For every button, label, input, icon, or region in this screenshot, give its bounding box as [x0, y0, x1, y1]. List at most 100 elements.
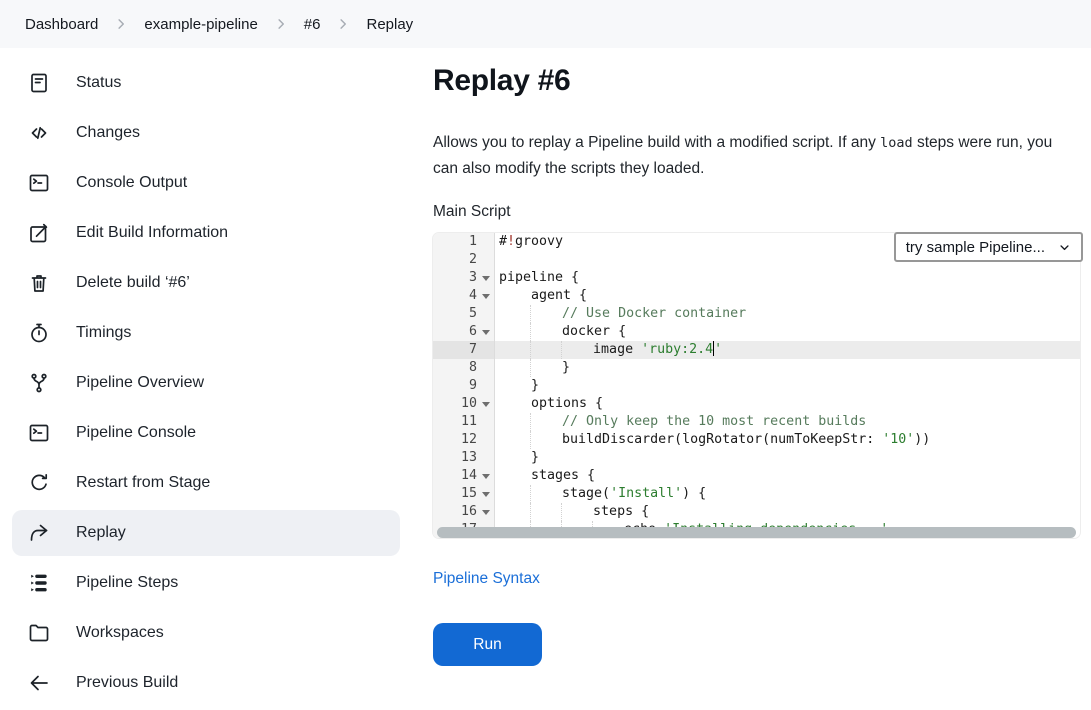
sidebar-item-timings[interactable]: Timings [12, 310, 400, 356]
code-line[interactable]: 16steps { [433, 503, 1080, 521]
indent-guide [530, 431, 562, 449]
code-text[interactable]: } [495, 359, 1080, 377]
trash-icon [27, 271, 51, 295]
code-line[interactable]: 15 stage('Install') { [433, 485, 1080, 503]
pipeline-syntax-link[interactable]: Pipeline Syntax [433, 569, 540, 589]
token-plain: options { [531, 396, 603, 411]
sidebar-item-edit-build-information[interactable]: Edit Build Information [12, 210, 400, 256]
token-plain: agent { [531, 288, 587, 303]
breadcrumb-item-dashboard[interactable]: Dashboard [25, 16, 98, 33]
code-text[interactable]: stages { [495, 467, 1080, 485]
sidebar-item-changes[interactable]: Changes [12, 110, 400, 156]
restart-icon [27, 471, 51, 495]
code-text[interactable]: options { [495, 395, 1080, 413]
indent [499, 287, 531, 305]
sidebar-item-label: Delete build ‘#6’ [76, 274, 190, 292]
code-text[interactable]: image 'ruby:2.4' [495, 341, 1080, 359]
gutter: 15 [433, 485, 495, 503]
gutter: 10 [433, 395, 495, 413]
folder-icon [27, 621, 51, 645]
sidebar-item-restart-from-stage[interactable]: Restart from Stage [12, 460, 400, 506]
gutter: 2 [433, 251, 495, 269]
breadcrumb-item-example-pipeline[interactable]: example-pipeline [144, 16, 257, 33]
sample-pipeline-select[interactable]: try sample Pipeline... [894, 232, 1083, 262]
code-text[interactable]: pipeline { [495, 269, 1080, 287]
fold-arrow-icon[interactable] [477, 395, 494, 413]
sidebar-item-label: Edit Build Information [76, 224, 228, 242]
sidebar-item-label: Pipeline Steps [76, 574, 178, 592]
line-number: 15 [433, 485, 477, 503]
replay-description: Allows you to replay a Pipeline build wi… [433, 130, 1080, 181]
sidebar-item-console-output[interactable]: Console Output [12, 160, 400, 206]
script-editor-container: 1#!groovy23pipeline {4agent {5// Use Doc… [433, 233, 1080, 538]
indent [499, 485, 531, 503]
line-number: 8 [433, 359, 477, 377]
gutter: 4 [433, 287, 495, 305]
token-plain: } [562, 360, 570, 375]
token-string: '10' [882, 432, 914, 447]
stopwatch-icon [27, 321, 51, 345]
code-text[interactable]: // Use Docker container [495, 305, 1080, 323]
line-number: 3 [433, 269, 477, 287]
code-text[interactable]: // Only keep the 10 most recent builds [495, 413, 1080, 431]
indent-guide [530, 359, 562, 377]
sidebar-item-pipeline-overview[interactable]: Pipeline Overview [12, 360, 400, 406]
code-text[interactable]: stage('Install') { [495, 485, 1080, 503]
code-text[interactable]: buildDiscarder(logRotator(numToKeepStr: … [495, 431, 1080, 449]
terminal-icon [27, 171, 51, 195]
code-line[interactable]: 10 options { [433, 395, 1080, 413]
indent [499, 413, 531, 431]
code-editor[interactable]: 1#!groovy23pipeline {4agent {5// Use Doc… [433, 233, 1080, 538]
fold-arrow-icon[interactable] [477, 503, 494, 521]
sidebar-item-workspaces[interactable]: Workspaces [12, 610, 400, 656]
breadcrumb-item-6[interactable]: #6 [304, 16, 321, 33]
fold-arrow-icon[interactable] [477, 269, 494, 287]
sidebar-item-status[interactable]: Status [12, 60, 400, 106]
fold-arrow-icon[interactable] [477, 323, 494, 341]
code-text[interactable]: agent { [495, 287, 1080, 305]
code-line[interactable]: 3 pipeline { [433, 269, 1080, 287]
code-text[interactable]: } [495, 377, 1080, 395]
breadcrumb: Dashboardexample-pipeline#6Replay [0, 0, 1091, 48]
gutter: 13 [433, 449, 495, 467]
gutter: 11 [433, 413, 495, 431]
code-text[interactable]: steps { [495, 503, 1080, 521]
code-line[interactable]: 11// Only keep the 10 most recent builds [433, 413, 1080, 431]
indent [499, 503, 531, 521]
code-line[interactable]: 14stages { [433, 467, 1080, 485]
indent-guide [530, 305, 562, 323]
sidebar-item-label: Workspaces [76, 624, 164, 642]
fold-spacer [477, 233, 494, 251]
horizontal-scrollbar[interactable] [437, 527, 1076, 538]
line-number: 4 [433, 287, 477, 305]
sidebar-item-pipeline-steps[interactable]: Pipeline Steps [12, 560, 400, 606]
code-line[interactable]: 12buildDiscarder(logRotator(numToKeepStr… [433, 431, 1080, 449]
indent [499, 395, 531, 413]
code-text[interactable]: } [495, 449, 1080, 467]
code-line[interactable]: 8} [433, 359, 1080, 377]
code-line[interactable]: 4 agent { [433, 287, 1080, 305]
code-line[interactable]: 6 docker { [433, 323, 1080, 341]
chevron-down-icon [1057, 240, 1072, 255]
fold-spacer [477, 431, 494, 449]
code-line[interactable]: 7image 'ruby:2.4' [433, 341, 1080, 359]
token-string: ' [714, 342, 722, 357]
sidebar-item-previous-build[interactable]: Previous Build [12, 660, 400, 706]
sidebar-item-replay[interactable]: Replay [12, 510, 400, 556]
indent [499, 377, 531, 395]
code-line[interactable]: 9} [433, 377, 1080, 395]
sidebar-item-label: Console Output [76, 174, 187, 192]
sidebar-item-pipeline-console[interactable]: Pipeline Console [12, 410, 400, 456]
line-number: 6 [433, 323, 477, 341]
fold-arrow-icon[interactable] [477, 287, 494, 305]
run-button[interactable]: Run [433, 623, 542, 666]
indent-guide [561, 341, 593, 359]
sidebar-item-delete-build-6[interactable]: Delete build ‘#6’ [12, 260, 400, 306]
code-line[interactable]: 5// Use Docker container [433, 305, 1080, 323]
code-line[interactable]: 13} [433, 449, 1080, 467]
fold-arrow-icon[interactable] [477, 467, 494, 485]
code-text[interactable]: docker { [495, 323, 1080, 341]
chevron-right-icon [272, 15, 290, 33]
sidebar-item-label: Replay [76, 524, 126, 542]
fold-arrow-icon[interactable] [477, 485, 494, 503]
